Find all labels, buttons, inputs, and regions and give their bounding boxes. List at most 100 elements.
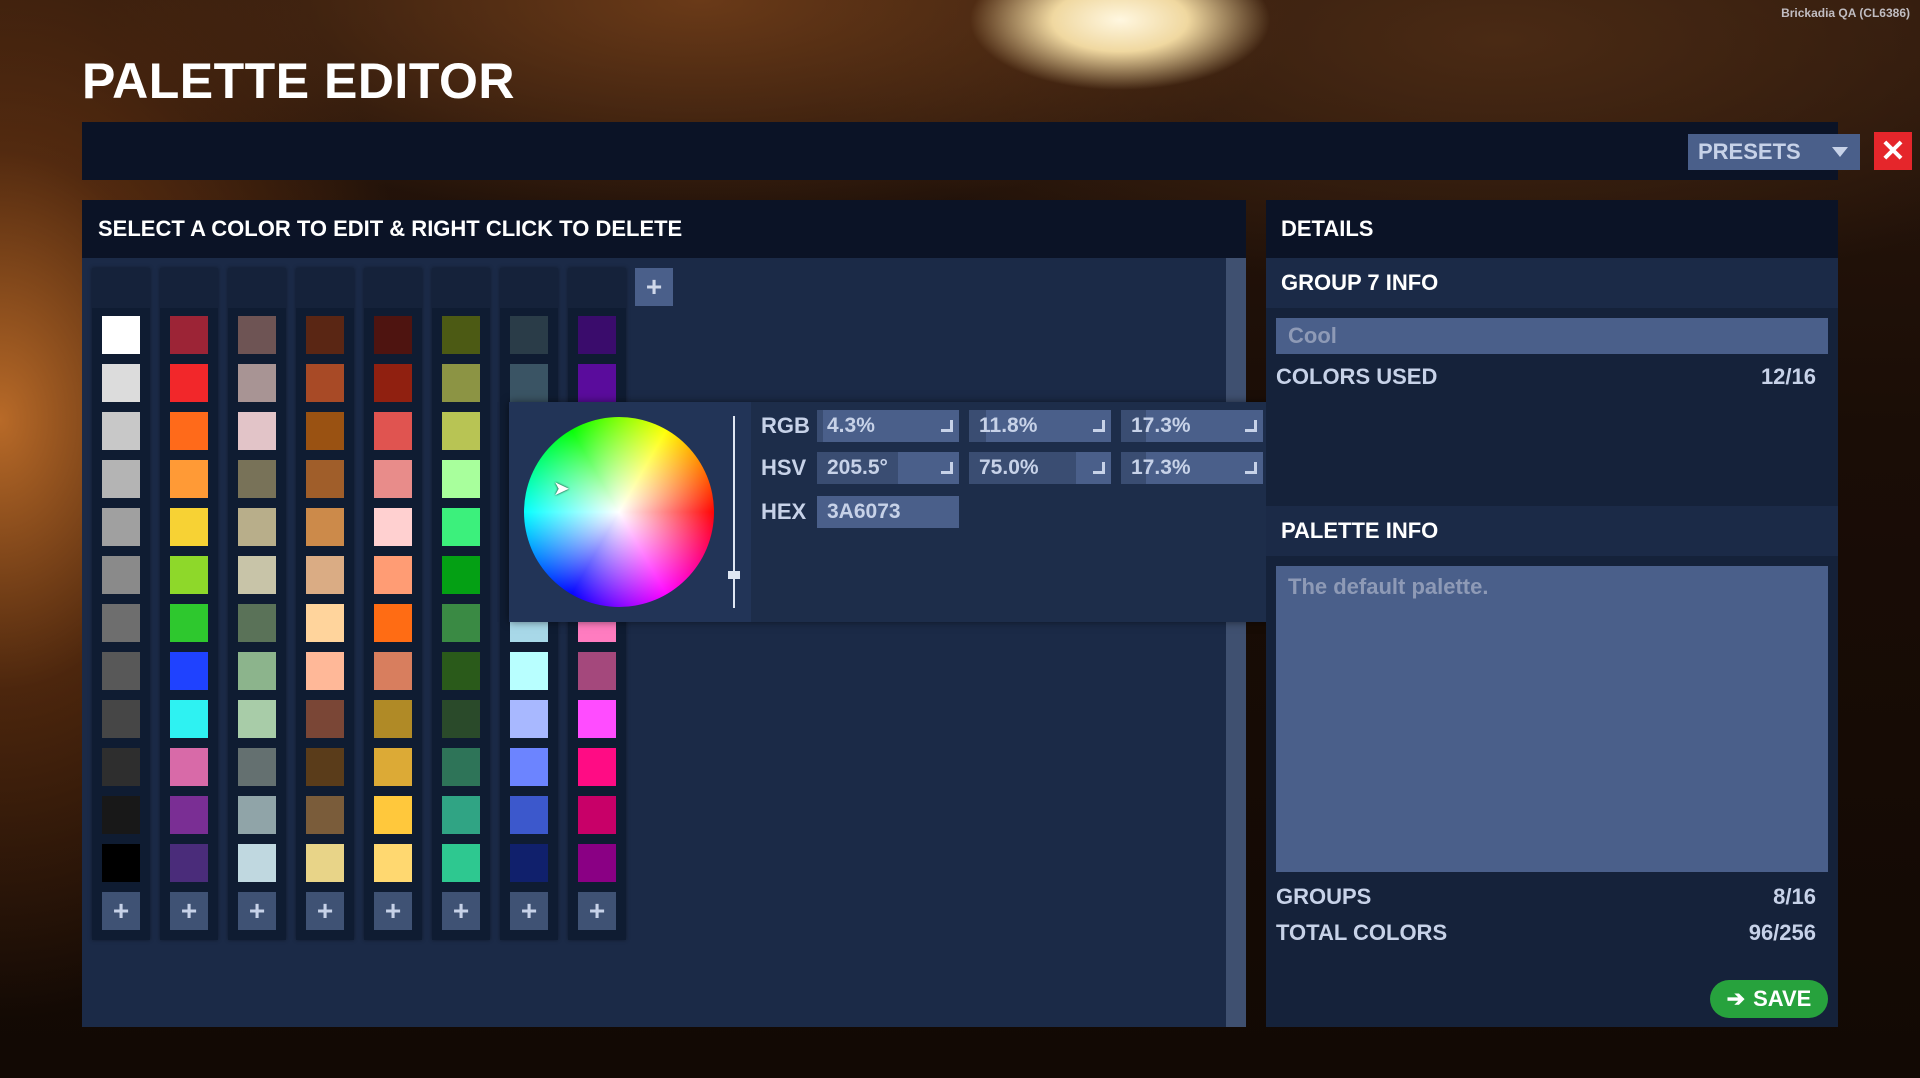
- color-swatch[interactable]: [102, 652, 140, 690]
- add-color-button[interactable]: +: [374, 892, 412, 930]
- color-swatch[interactable]: [374, 364, 412, 402]
- add-color-button[interactable]: +: [578, 892, 616, 930]
- color-swatch[interactable]: [442, 508, 480, 546]
- group-name-input[interactable]: Cool: [1276, 318, 1828, 354]
- color-swatch[interactable]: [238, 796, 276, 834]
- color-swatch[interactable]: [238, 316, 276, 354]
- color-swatch[interactable]: [442, 604, 480, 642]
- color-swatch[interactable]: [578, 316, 616, 354]
- color-swatch[interactable]: [306, 604, 344, 642]
- add-color-button[interactable]: +: [306, 892, 344, 930]
- color-wheel[interactable]: [524, 417, 714, 607]
- color-swatch[interactable]: [374, 460, 412, 498]
- color-swatch[interactable]: [102, 700, 140, 738]
- color-swatch[interactable]: [102, 844, 140, 882]
- add-color-button[interactable]: +: [170, 892, 208, 930]
- color-group-header[interactable]: [92, 268, 150, 308]
- color-swatch[interactable]: [170, 652, 208, 690]
- color-swatch[interactable]: [170, 316, 208, 354]
- brightness-slider-handle[interactable]: [728, 570, 740, 579]
- color-swatch[interactable]: [170, 796, 208, 834]
- color-swatch[interactable]: [238, 652, 276, 690]
- palette-description-input[interactable]: The default palette.: [1276, 566, 1828, 872]
- color-group-header[interactable]: [500, 268, 558, 308]
- color-swatch[interactable]: [510, 700, 548, 738]
- color-swatch[interactable]: [238, 460, 276, 498]
- rgb-r-field[interactable]: 4.3%: [817, 410, 959, 442]
- color-swatch[interactable]: [170, 748, 208, 786]
- hex-input[interactable]: 3A6073: [817, 496, 959, 528]
- color-swatch[interactable]: [102, 316, 140, 354]
- hsv-h-field[interactable]: 205.5°: [817, 452, 959, 484]
- color-swatch[interactable]: [238, 556, 276, 594]
- color-swatch[interactable]: [306, 700, 344, 738]
- close-button[interactable]: ✕: [1874, 132, 1912, 170]
- color-swatch[interactable]: [102, 460, 140, 498]
- color-swatch[interactable]: [102, 364, 140, 402]
- color-swatch[interactable]: [374, 556, 412, 594]
- color-swatch[interactable]: [510, 796, 548, 834]
- color-group-header[interactable]: [364, 268, 422, 308]
- color-swatch[interactable]: [306, 316, 344, 354]
- color-swatch[interactable]: [442, 652, 480, 690]
- color-swatch[interactable]: [238, 604, 276, 642]
- color-swatch[interactable]: [442, 700, 480, 738]
- color-swatch[interactable]: [170, 700, 208, 738]
- color-swatch[interactable]: [170, 508, 208, 546]
- color-swatch[interactable]: [442, 796, 480, 834]
- hsv-s-field[interactable]: 75.0%: [969, 452, 1111, 484]
- color-swatch[interactable]: [238, 412, 276, 450]
- color-swatch[interactable]: [102, 412, 140, 450]
- color-swatch[interactable]: [374, 604, 412, 642]
- color-group-header[interactable]: [228, 268, 286, 308]
- color-swatch[interactable]: [306, 508, 344, 546]
- color-swatch[interactable]: [102, 748, 140, 786]
- scrollbar[interactable]: [1226, 258, 1246, 1027]
- color-swatch[interactable]: [102, 604, 140, 642]
- color-swatch[interactable]: [306, 412, 344, 450]
- presets-dropdown[interactable]: PRESETS: [1688, 134, 1860, 170]
- color-swatch[interactable]: [578, 844, 616, 882]
- color-swatch[interactable]: [442, 412, 480, 450]
- color-swatch[interactable]: [578, 796, 616, 834]
- color-swatch[interactable]: [170, 412, 208, 450]
- color-swatch[interactable]: [238, 844, 276, 882]
- color-swatch[interactable]: [578, 652, 616, 690]
- color-swatch[interactable]: [510, 748, 548, 786]
- color-swatch[interactable]: [306, 844, 344, 882]
- color-swatch[interactable]: [306, 796, 344, 834]
- rgb-b-field[interactable]: 17.3%: [1121, 410, 1263, 442]
- color-swatch[interactable]: [442, 844, 480, 882]
- color-swatch[interactable]: [374, 844, 412, 882]
- color-swatch[interactable]: [170, 844, 208, 882]
- color-swatch[interactable]: [170, 364, 208, 402]
- color-swatch[interactable]: [578, 748, 616, 786]
- add-color-button[interactable]: +: [510, 892, 548, 930]
- color-group-header[interactable]: [568, 268, 626, 308]
- color-swatch[interactable]: [374, 508, 412, 546]
- color-group-header[interactable]: [160, 268, 218, 308]
- color-group-header[interactable]: [432, 268, 490, 308]
- color-swatch[interactable]: [306, 364, 344, 402]
- color-swatch[interactable]: [306, 460, 344, 498]
- color-swatch[interactable]: [170, 604, 208, 642]
- rgb-g-field[interactable]: 11.8%: [969, 410, 1111, 442]
- color-swatch[interactable]: [238, 508, 276, 546]
- color-swatch[interactable]: [578, 700, 616, 738]
- color-swatch[interactable]: [442, 748, 480, 786]
- color-swatch[interactable]: [306, 652, 344, 690]
- color-swatch[interactable]: [510, 364, 548, 402]
- color-swatch[interactable]: [102, 556, 140, 594]
- add-group-button[interactable]: +: [635, 268, 673, 306]
- color-swatch[interactable]: [442, 364, 480, 402]
- color-swatch[interactable]: [510, 652, 548, 690]
- add-color-button[interactable]: +: [102, 892, 140, 930]
- add-color-button[interactable]: +: [442, 892, 480, 930]
- color-swatch[interactable]: [306, 556, 344, 594]
- color-swatch[interactable]: [374, 316, 412, 354]
- color-group-header[interactable]: [296, 268, 354, 308]
- color-swatch[interactable]: [374, 796, 412, 834]
- color-swatch[interactable]: [510, 316, 548, 354]
- color-swatch[interactable]: [238, 700, 276, 738]
- save-button[interactable]: ➔ SAVE: [1710, 980, 1828, 1018]
